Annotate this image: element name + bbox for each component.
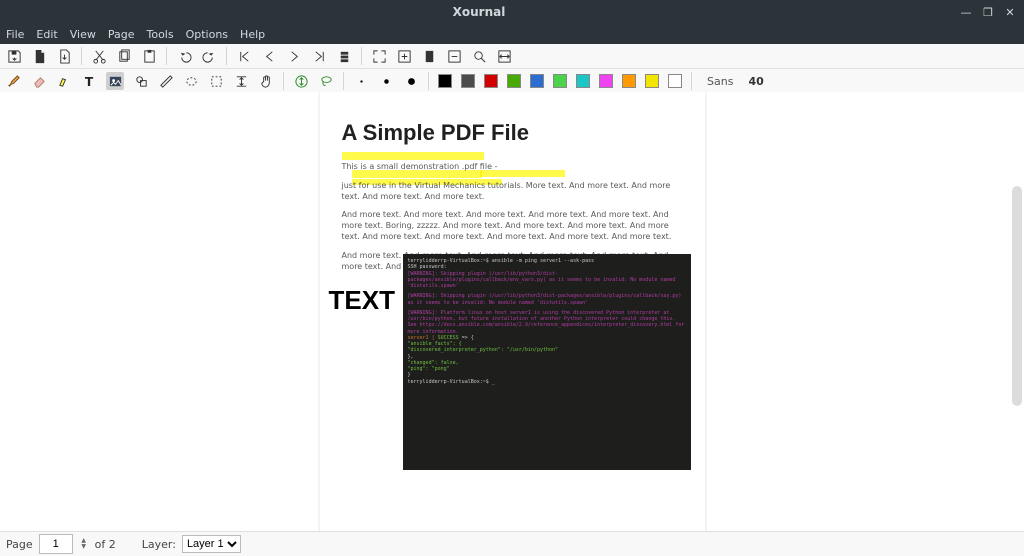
vertical-scrollbar[interactable] xyxy=(1012,186,1022,406)
color-white[interactable] xyxy=(668,74,682,88)
color-olive[interactable] xyxy=(507,74,521,88)
page-width-button[interactable] xyxy=(496,48,512,64)
menu-page[interactable]: Page xyxy=(108,28,135,41)
color-magenta[interactable] xyxy=(599,74,613,88)
page-number-input[interactable] xyxy=(39,534,73,554)
window-close-button[interactable]: ✕ xyxy=(1002,4,1018,20)
color-cyan[interactable] xyxy=(576,74,590,88)
terminal-line: terrylidderrp-VirtualBox:~$ _ xyxy=(408,379,686,385)
document-title: A Simple PDF File xyxy=(342,120,683,146)
separator xyxy=(226,47,227,65)
save-button[interactable] xyxy=(6,48,22,64)
menu-options[interactable]: Options xyxy=(186,28,228,41)
pen-tool-button[interactable] xyxy=(6,73,22,89)
thickness-thick-button[interactable] xyxy=(403,73,419,89)
separator xyxy=(283,72,284,90)
window-minimize-button[interactable]: — xyxy=(958,4,974,20)
zoom-out-button[interactable] xyxy=(446,48,462,64)
vertical-space-button[interactable] xyxy=(233,73,249,89)
fullscreen-button[interactable] xyxy=(371,48,387,64)
terminal-line: [WARNING]: Skipping plugin (/usr/lib/pyt… xyxy=(408,293,686,306)
color-blue[interactable] xyxy=(530,74,544,88)
menubar: File Edit View Page Tools Options Help xyxy=(0,24,1024,44)
new-button[interactable] xyxy=(31,48,47,64)
undo-button[interactable] xyxy=(176,48,192,64)
color-red[interactable] xyxy=(484,74,498,88)
page-label: Page xyxy=(6,538,33,551)
color-green[interactable] xyxy=(553,74,567,88)
open-button[interactable] xyxy=(56,48,72,64)
zoom-in-button[interactable] xyxy=(396,48,412,64)
paste-button[interactable] xyxy=(141,48,157,64)
ruler-tool-button[interactable] xyxy=(158,73,174,89)
separator xyxy=(166,47,167,65)
cut-button[interactable] xyxy=(91,48,107,64)
page-total-label: of 2 xyxy=(95,538,116,551)
separator xyxy=(361,47,362,65)
separator xyxy=(691,72,692,90)
embedded-image[interactable]: terrylidderrp-VirtualBox:~$ ansible -m p… xyxy=(403,254,691,470)
color-black[interactable] xyxy=(438,74,452,88)
separator xyxy=(428,72,429,90)
toolbar-main xyxy=(0,44,1024,69)
workspace[interactable]: A Simple PDF File This is a small demons… xyxy=(0,92,1024,532)
document-paragraph: And more text. And more text. And more t… xyxy=(342,210,683,242)
svg-text:T: T xyxy=(84,75,93,89)
highlighter-tool-button[interactable] xyxy=(56,73,72,89)
color-orange[interactable] xyxy=(622,74,636,88)
hand-tool-button[interactable] xyxy=(258,73,274,89)
window-maximize-button[interactable]: ❐ xyxy=(980,4,996,20)
menu-view[interactable]: View xyxy=(70,28,96,41)
separator xyxy=(81,47,82,65)
page-spinner[interactable]: ▲▼ xyxy=(79,538,89,550)
layer-select[interactable]: Layer 1 xyxy=(182,535,241,553)
window-title: Xournal xyxy=(6,5,952,19)
image-tool-button[interactable] xyxy=(106,72,124,90)
text-annotation[interactable]: TEXT xyxy=(329,285,395,316)
separator xyxy=(343,72,344,90)
font-size-label[interactable]: 40 xyxy=(748,75,763,88)
zoom-fit-button[interactable] xyxy=(421,48,437,64)
terminal-line: [WARNING]: Platform linux on host server… xyxy=(408,310,686,335)
thickness-thin-button[interactable] xyxy=(353,73,369,89)
text-tool-button[interactable]: T xyxy=(81,73,97,89)
thickness-medium-button[interactable] xyxy=(378,73,394,89)
color-gray[interactable] xyxy=(461,74,475,88)
menu-file[interactable]: File xyxy=(6,28,24,41)
terminal-line: [WARNING]: Skipping plugin (/usr/lib/pyt… xyxy=(408,271,686,290)
document-paragraph: This is a small demonstration .pdf file … xyxy=(342,162,683,173)
menu-tools[interactable]: Tools xyxy=(146,28,173,41)
font-name-label[interactable]: Sans xyxy=(707,75,733,88)
titlebar: Xournal — ❐ ✕ xyxy=(0,0,1024,24)
append-page-button[interactable] xyxy=(336,48,352,64)
document-page[interactable]: A Simple PDF File This is a small demons… xyxy=(320,92,705,532)
toolbar-tools: T Sans 40 xyxy=(0,69,1024,94)
zoom-button[interactable] xyxy=(471,48,487,64)
menu-help[interactable]: Help xyxy=(240,28,265,41)
select-rect-button[interactable] xyxy=(208,73,224,89)
prev-page-button[interactable] xyxy=(261,48,277,64)
shapes-tool-button[interactable] xyxy=(133,73,149,89)
statusbar: Page ▲▼ of 2 Layer: Layer 1 xyxy=(0,531,1024,556)
copy-button[interactable] xyxy=(116,48,132,64)
default-tool-button[interactable] xyxy=(293,73,309,89)
document-paragraph: just for use in the Virtual Mechanics tu… xyxy=(342,181,683,203)
last-page-button[interactable] xyxy=(311,48,327,64)
next-page-button[interactable] xyxy=(286,48,302,64)
menu-edit[interactable]: Edit xyxy=(36,28,57,41)
select-region-button[interactable] xyxy=(183,73,199,89)
redo-button[interactable] xyxy=(201,48,217,64)
eraser-tool-button[interactable] xyxy=(31,73,47,89)
first-page-button[interactable] xyxy=(236,48,252,64)
layer-label: Layer: xyxy=(142,538,176,551)
color-yellow[interactable] xyxy=(645,74,659,88)
lasso-tool-button[interactable] xyxy=(318,73,334,89)
